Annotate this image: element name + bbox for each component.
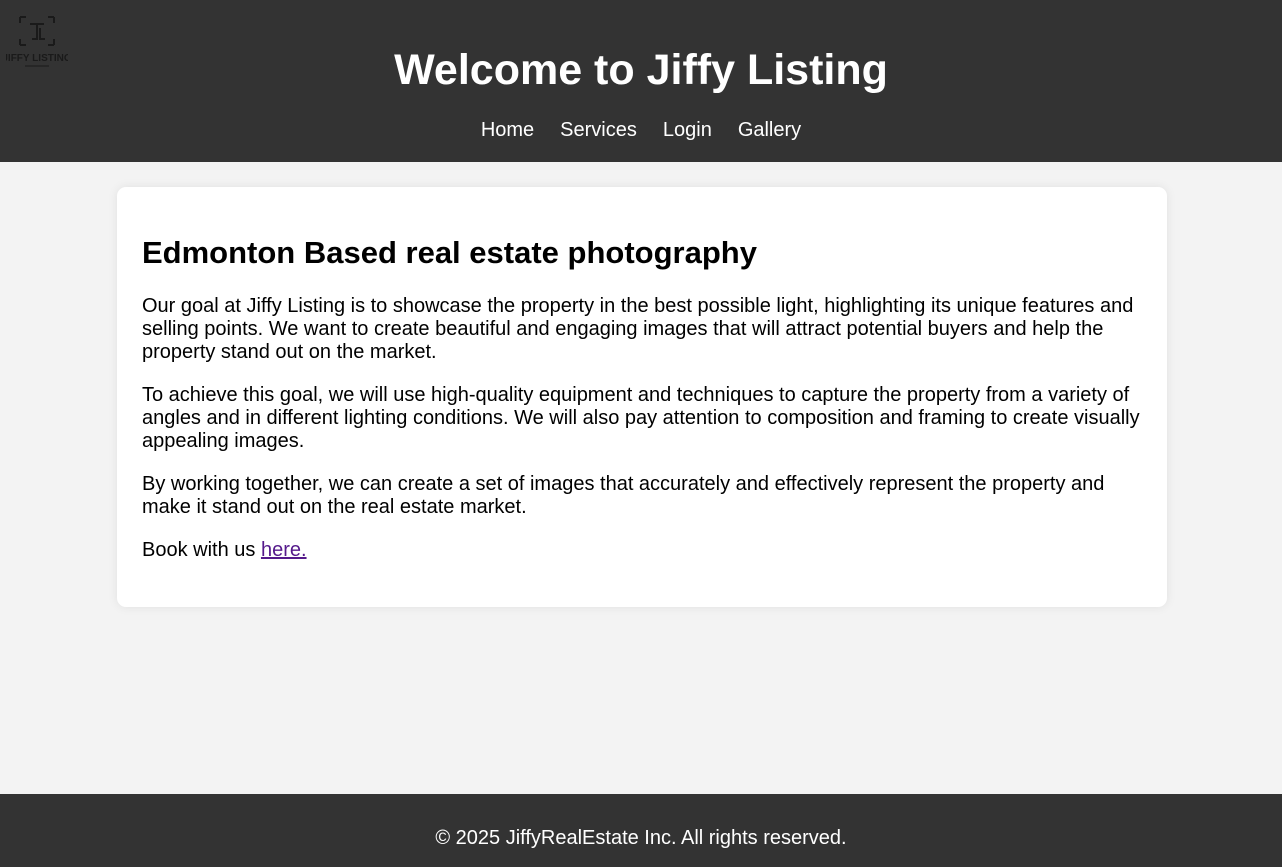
main-nav: Home Services Login Gallery — [0, 117, 1282, 143]
nav-login-link[interactable]: Login — [663, 119, 712, 141]
nav-gallery-link[interactable]: Gallery — [738, 119, 801, 141]
booking-paragraph: Book with us here. — [142, 539, 1143, 562]
section-heading: Edmonton Based real estate photography — [142, 235, 757, 270]
nav-services-link[interactable]: Services — [560, 119, 637, 141]
booking-link[interactable]: here. — [261, 539, 307, 561]
content-card: Edmonton Based real estate photography O… — [117, 187, 1167, 607]
page-title: Welcome to Jiffy Listing — [394, 46, 888, 94]
copyright-text: © 2025 JiffyRealEstate Inc. All rights r… — [435, 827, 847, 849]
nav-home-link[interactable]: Home — [481, 119, 534, 141]
intro-paragraph: Our goal at Jiffy Listing is to showcase… — [142, 295, 1134, 363]
approach-paragraph: To achieve this goal, we will use high-q… — [142, 384, 1140, 452]
site-footer: © 2025 JiffyRealEstate Inc. All rights r… — [0, 794, 1282, 867]
site-header: JIFFY LISTING Welcome to Jiffy Listing H… — [0, 0, 1282, 162]
booking-prefix: Book with us — [142, 539, 261, 561]
collaboration-paragraph: By working together, we can create a set… — [142, 473, 1105, 518]
